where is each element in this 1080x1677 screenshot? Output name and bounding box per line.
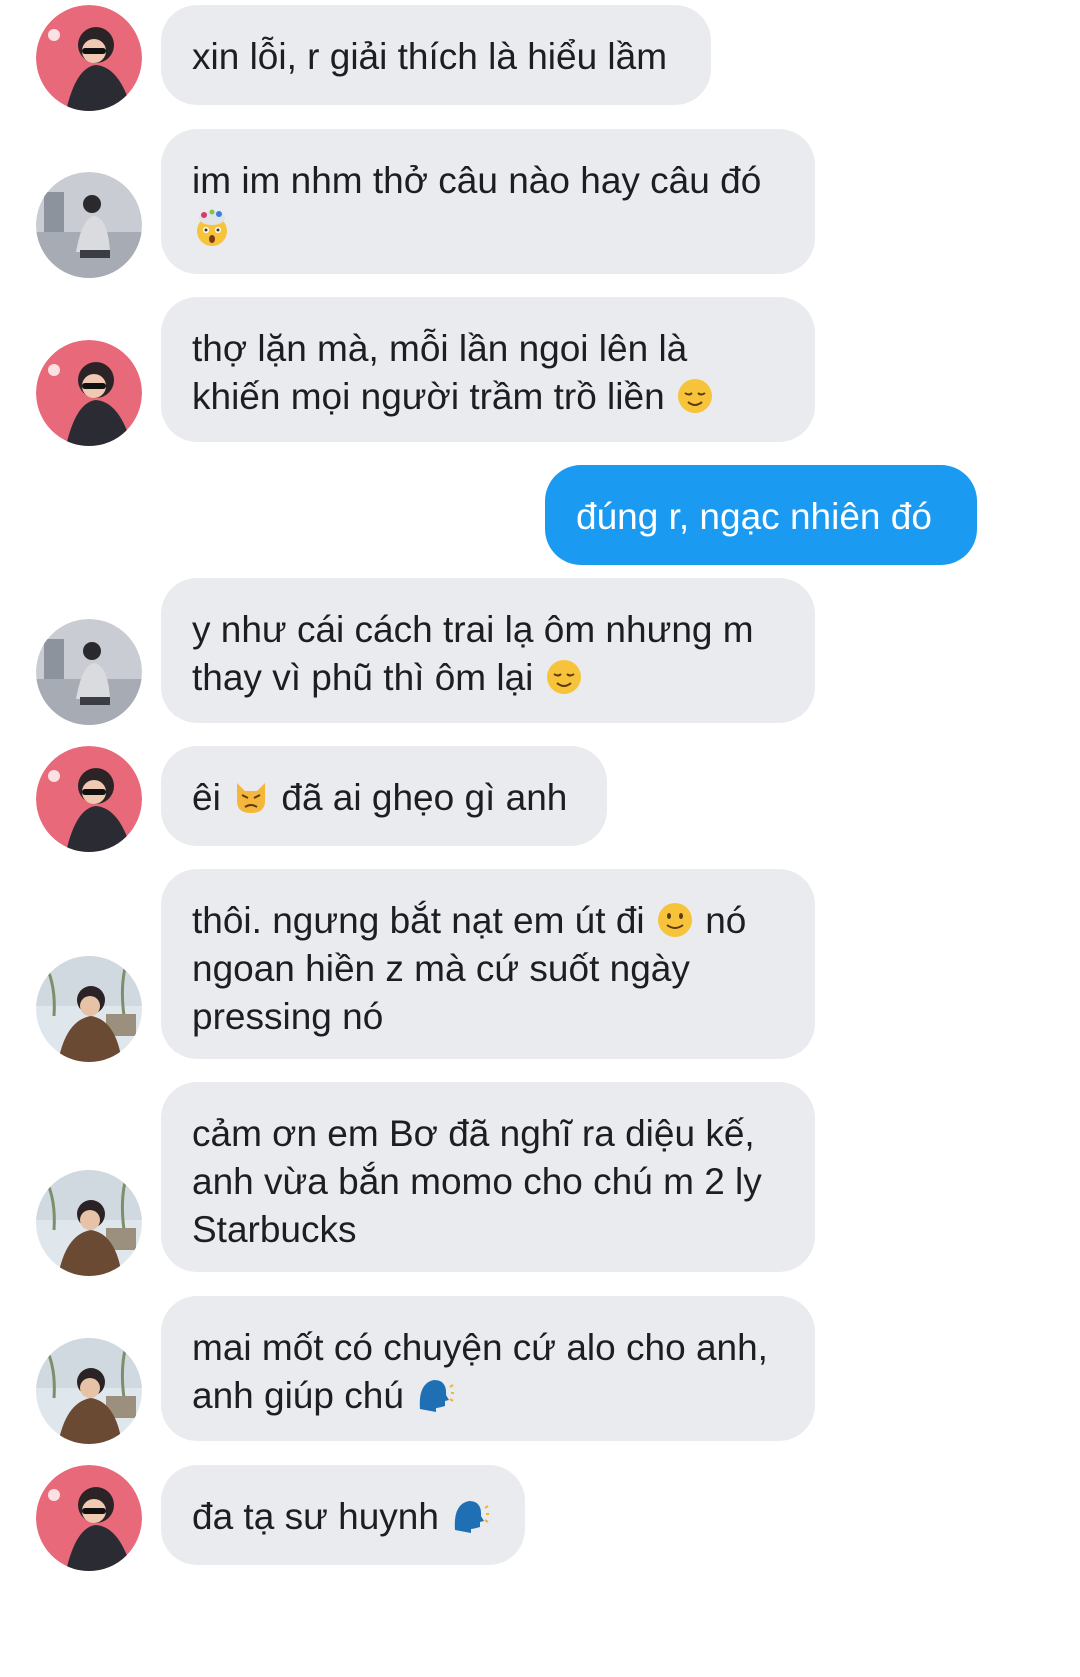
message-text: mai mốt có chuyện cứ alo cho anh, anh gi… [192,1327,768,1416]
message-bubble[interactable]: im im nhm thở câu nào hay câu đó [161,129,815,274]
relieved-face-icon [544,657,584,697]
avatar[interactable] [36,340,142,446]
avatar[interactable] [36,619,142,725]
slightly-smiling-face-icon [655,900,695,940]
message-bubble[interactable]: y như cái cách trai lạ ôm nhưng m thay v… [161,578,815,723]
message-bubble[interactable]: êi đã ai ghẹo gì anh [161,746,607,846]
message-text: y như cái cách trai lạ ôm nhưng m thay v… [192,609,754,698]
message-bubble[interactable]: thôi. ngưng bắt nạt em út đi nó ngoan hi… [161,869,815,1059]
message-text: cảm ơn em Bơ đã nghĩ ra diệu kế, anh vừa… [192,1113,762,1250]
avatar[interactable] [36,172,142,278]
message-text: xin lỗi, r giải thích là hiểu lầm [192,36,668,77]
message-text-prefix: thôi. ngưng bắt nạt em út đi [192,900,645,941]
message-text: đã ai ghẹo gì anh [281,777,568,818]
exploding-head-icon [192,208,232,248]
message-text: thợ lặn mà, mỗi lần ngoi lên là khiến mọ… [192,328,688,417]
message-text: đa tạ sư huynh [192,1496,439,1537]
pouting-cat-icon [231,777,271,817]
relieved-face-icon [675,376,715,416]
avatar[interactable] [36,1338,142,1444]
speaking-head-icon [414,1375,455,1415]
avatar[interactable] [36,746,142,852]
avatar[interactable] [36,956,142,1062]
message-bubble[interactable]: mai mốt có chuyện cứ alo cho anh, anh gi… [161,1296,815,1441]
speaking-head-icon [449,1496,490,1536]
message-bubble[interactable]: đa tạ sư huynh [161,1465,525,1565]
avatar[interactable] [36,1465,142,1571]
outgoing-message-bubble[interactable]: đúng r, ngạc nhiên đó [545,465,977,565]
avatar[interactable] [36,5,142,111]
conversation-thread: xin lỗi, r giải thích là hiểu lầm im im … [0,0,1080,1677]
message-bubble[interactable]: thợ lặn mà, mỗi lần ngoi lên là khiến mọ… [161,297,815,442]
message-text-prefix: êi [192,777,221,818]
message-bubble[interactable]: cảm ơn em Bơ đã nghĩ ra diệu kế, anh vừa… [161,1082,815,1272]
message-bubble[interactable]: xin lỗi, r giải thích là hiểu lầm [161,5,711,105]
avatar[interactable] [36,1170,142,1276]
message-text: im im nhm thở câu nào hay câu đó [192,160,762,201]
message-text: đúng r, ngạc nhiên đó [576,496,932,537]
